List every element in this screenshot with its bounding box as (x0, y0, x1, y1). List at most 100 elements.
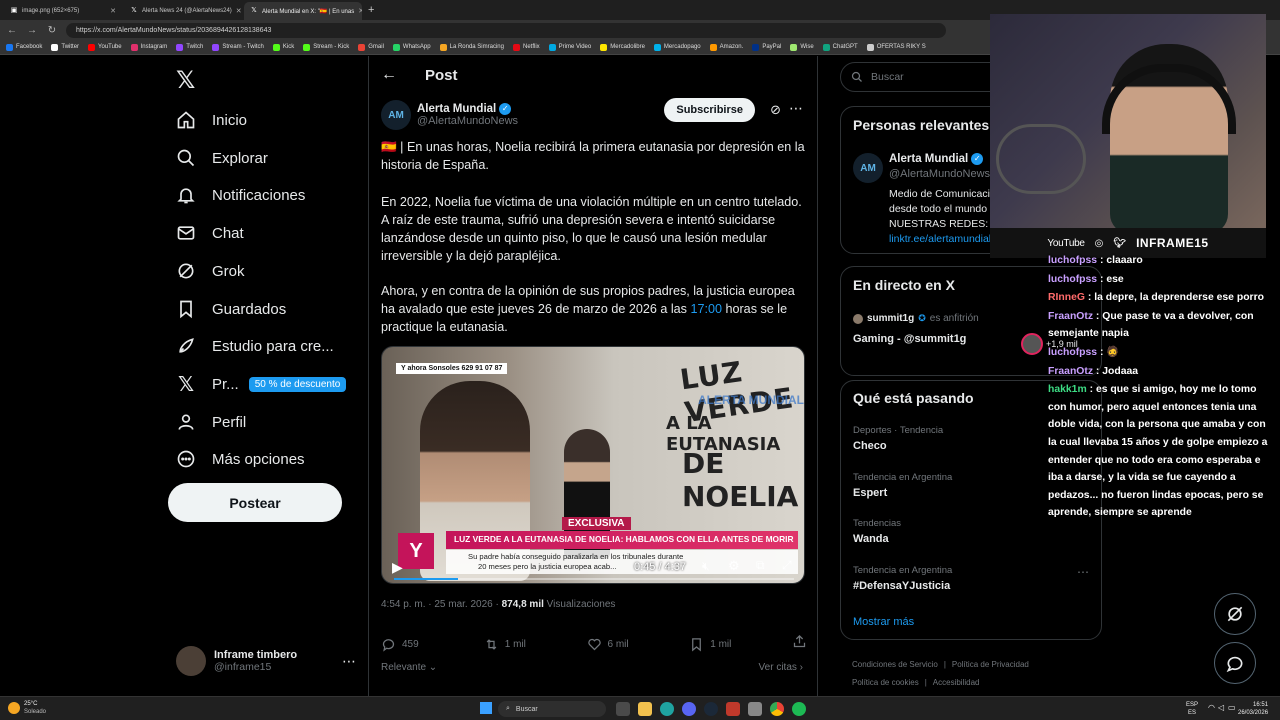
bookmark-item[interactable]: Kick (272, 43, 294, 51)
relevant-handle[interactable]: @AlertaMundoNews (889, 168, 990, 180)
trend-name[interactable]: Espert (853, 487, 887, 499)
video-player[interactable]: LUZ VERDE A LA EUTANASIA DE NOELIA ALERT… (381, 346, 805, 584)
volume-icon[interactable]: ◁ (1218, 703, 1224, 712)
bookmark-item[interactable]: Netflix (512, 43, 540, 51)
edge-browser-icon[interactable] (660, 702, 674, 716)
bookmark-item[interactable]: ChatGPT (822, 43, 858, 51)
trend-name[interactable]: Wanda (853, 533, 889, 545)
forward-arrow-icon[interactable]: → (26, 25, 38, 36)
chrome-icon[interactable] (770, 702, 784, 716)
taskbar-search[interactable]: ⌕ Buscar (498, 701, 606, 717)
bookmark-item[interactable]: Amazon. (709, 43, 743, 51)
bookmark-item[interactable]: Wise (790, 43, 814, 51)
nav-item-estudio[interactable]: Estudio para cre... (176, 334, 334, 358)
footer-link[interactable]: Política de Privacidad (952, 660, 1029, 669)
chat-username[interactable]: FraanOtz (1048, 366, 1093, 377)
bookmark-item[interactable]: Mercadopago (653, 43, 701, 51)
more-dots-icon[interactable]: ⋯ (342, 653, 356, 670)
nav-item-mas-opciones[interactable]: Más opciones (176, 447, 305, 471)
bookmark-item[interactable]: WhatsApp (392, 43, 431, 51)
taskview-icon[interactable] (616, 702, 630, 716)
bookmark-item[interactable]: Stream - Twitch (212, 43, 264, 51)
chat-username[interactable]: RInneG (1048, 292, 1085, 303)
url-field[interactable]: https://x.com/AlertaMundoNews/status/203… (66, 22, 946, 38)
browser-tab[interactable]: 𝕏 Alerta News 24 (@AlertaNews24) ✕ (124, 2, 242, 20)
subscribe-button[interactable]: Subscribirse (664, 98, 755, 122)
back-arrow-icon[interactable]: ← (381, 66, 397, 84)
browser-tab[interactable]: ▣ image.png (652×675) ✕ (4, 2, 122, 20)
relevant-name[interactable]: Alerta Mundial (889, 153, 968, 165)
bookmark-item[interactable]: Twitter (51, 43, 79, 51)
app-icon[interactable] (726, 702, 740, 716)
share-button[interactable] (792, 634, 807, 654)
chat-username[interactable]: luchofpss (1048, 347, 1097, 358)
weather-widget[interactable]: 25°C Soleado (8, 700, 46, 716)
account-switcher[interactable]: Inframe timbero @inframe15 ⋯ (176, 644, 356, 678)
bookmark-button[interactable]: 1 mil (689, 637, 792, 652)
footer-link[interactable]: Política de cookies (852, 678, 919, 687)
bookmark-item[interactable]: Gmail (358, 43, 384, 51)
app-icon[interactable] (748, 702, 762, 716)
spotify-icon[interactable] (792, 702, 806, 716)
pip-icon[interactable]: ⧉ (756, 558, 765, 573)
back-arrow-icon[interactable]: ← (6, 25, 18, 36)
x-logo-icon[interactable]: 𝕏 (176, 66, 195, 95)
steam-icon[interactable] (704, 702, 718, 716)
close-tab-icon[interactable]: ✕ (236, 7, 242, 15)
nav-item-guardados[interactable]: Guardados (176, 297, 286, 321)
fullscreen-icon[interactable]: ⤢ (782, 558, 792, 573)
battery-icon[interactable]: ▭ (1228, 703, 1236, 712)
reload-icon[interactable]: ↻ (46, 25, 58, 36)
bookmark-item[interactable]: Prime Video (548, 43, 591, 51)
reply-button[interactable]: 459 (381, 637, 484, 652)
nav-item-inicio[interactable]: Inicio (176, 108, 247, 132)
bookmark-item[interactable]: Stream - Kick (303, 43, 349, 51)
bio-link[interactable]: linktr.ee/alertamundial (889, 232, 1002, 247)
live-host[interactable]: summit1g (867, 313, 914, 324)
bookmark-item[interactable]: Instagram (130, 43, 167, 51)
trend-name[interactable]: #DefensaYJusticia (853, 580, 950, 592)
chat-username[interactable]: hakk1m (1048, 384, 1087, 395)
settings-icon[interactable]: ⚙ (728, 558, 740, 574)
chat-username[interactable]: luchofpss (1048, 274, 1097, 285)
nav-item-explorar[interactable]: Explorar (176, 146, 268, 170)
wifi-icon[interactable]: ◠ (1208, 703, 1215, 712)
post-button[interactable]: Postear (168, 483, 342, 522)
new-tab-button[interactable]: + (368, 2, 374, 20)
windows-start-icon[interactable] (480, 702, 492, 714)
more-dots-icon[interactable]: ⋯ (789, 100, 803, 117)
chat-username[interactable]: luchofpss (1048, 255, 1097, 266)
bookmark-item[interactable]: YouTube (88, 43, 122, 51)
footer-link[interactable]: Condiciones de Servicio (852, 660, 938, 669)
view-quotes-link[interactable]: Ver citas › (759, 662, 803, 673)
trend-name[interactable]: Checo (853, 440, 887, 452)
grok-fab-button[interactable] (1214, 593, 1256, 635)
video-progress-track[interactable] (394, 578, 794, 580)
author-name[interactable]: Alerta Mundial (417, 103, 496, 115)
show-more-link[interactable]: Mostrar más (853, 616, 914, 628)
chat-fab-button[interactable] (1214, 642, 1256, 684)
bookmark-item[interactable]: OFERTAS RIKY S (866, 43, 926, 51)
more-dots-icon[interactable]: ⋯ (1077, 565, 1089, 579)
grok-icon[interactable]: ⊘ (770, 102, 781, 118)
bookmark-item[interactable]: Facebook (6, 43, 42, 51)
like-button[interactable]: 6 mil (587, 637, 690, 652)
nav-item-chat[interactable]: Chat (176, 221, 244, 245)
bookmark-item[interactable]: La Ronda Simracing (439, 43, 504, 51)
bookmark-item[interactable]: Mercadolibre (600, 43, 645, 51)
author-avatar[interactable]: AM (381, 100, 411, 130)
author-handle[interactable]: @AlertaMundoNews (417, 115, 518, 127)
discord-icon[interactable] (682, 702, 696, 716)
nav-item-premium[interactable]: 𝕏 Pr... 50 % de descuento (176, 372, 347, 396)
close-tab-icon[interactable]: ✕ (358, 7, 362, 15)
reply-sort-dropdown[interactable]: Relevante ⌄ (381, 662, 437, 673)
relevant-avatar[interactable]: AM (853, 153, 883, 183)
file-explorer-icon[interactable] (638, 702, 652, 716)
time-link[interactable]: 17:00 (690, 302, 722, 316)
footer-link[interactable]: Accesibilidad (933, 678, 980, 687)
language-indicator[interactable]: ESP ES (1186, 701, 1198, 717)
clock[interactable]: 16:51 26/03/2026 (1238, 701, 1268, 717)
play-icon[interactable]: ▶ (392, 559, 403, 576)
nav-item-notificaciones[interactable]: Notificaciones (176, 183, 305, 207)
live-stream-title[interactable]: Gaming - @summit1g (853, 333, 966, 345)
